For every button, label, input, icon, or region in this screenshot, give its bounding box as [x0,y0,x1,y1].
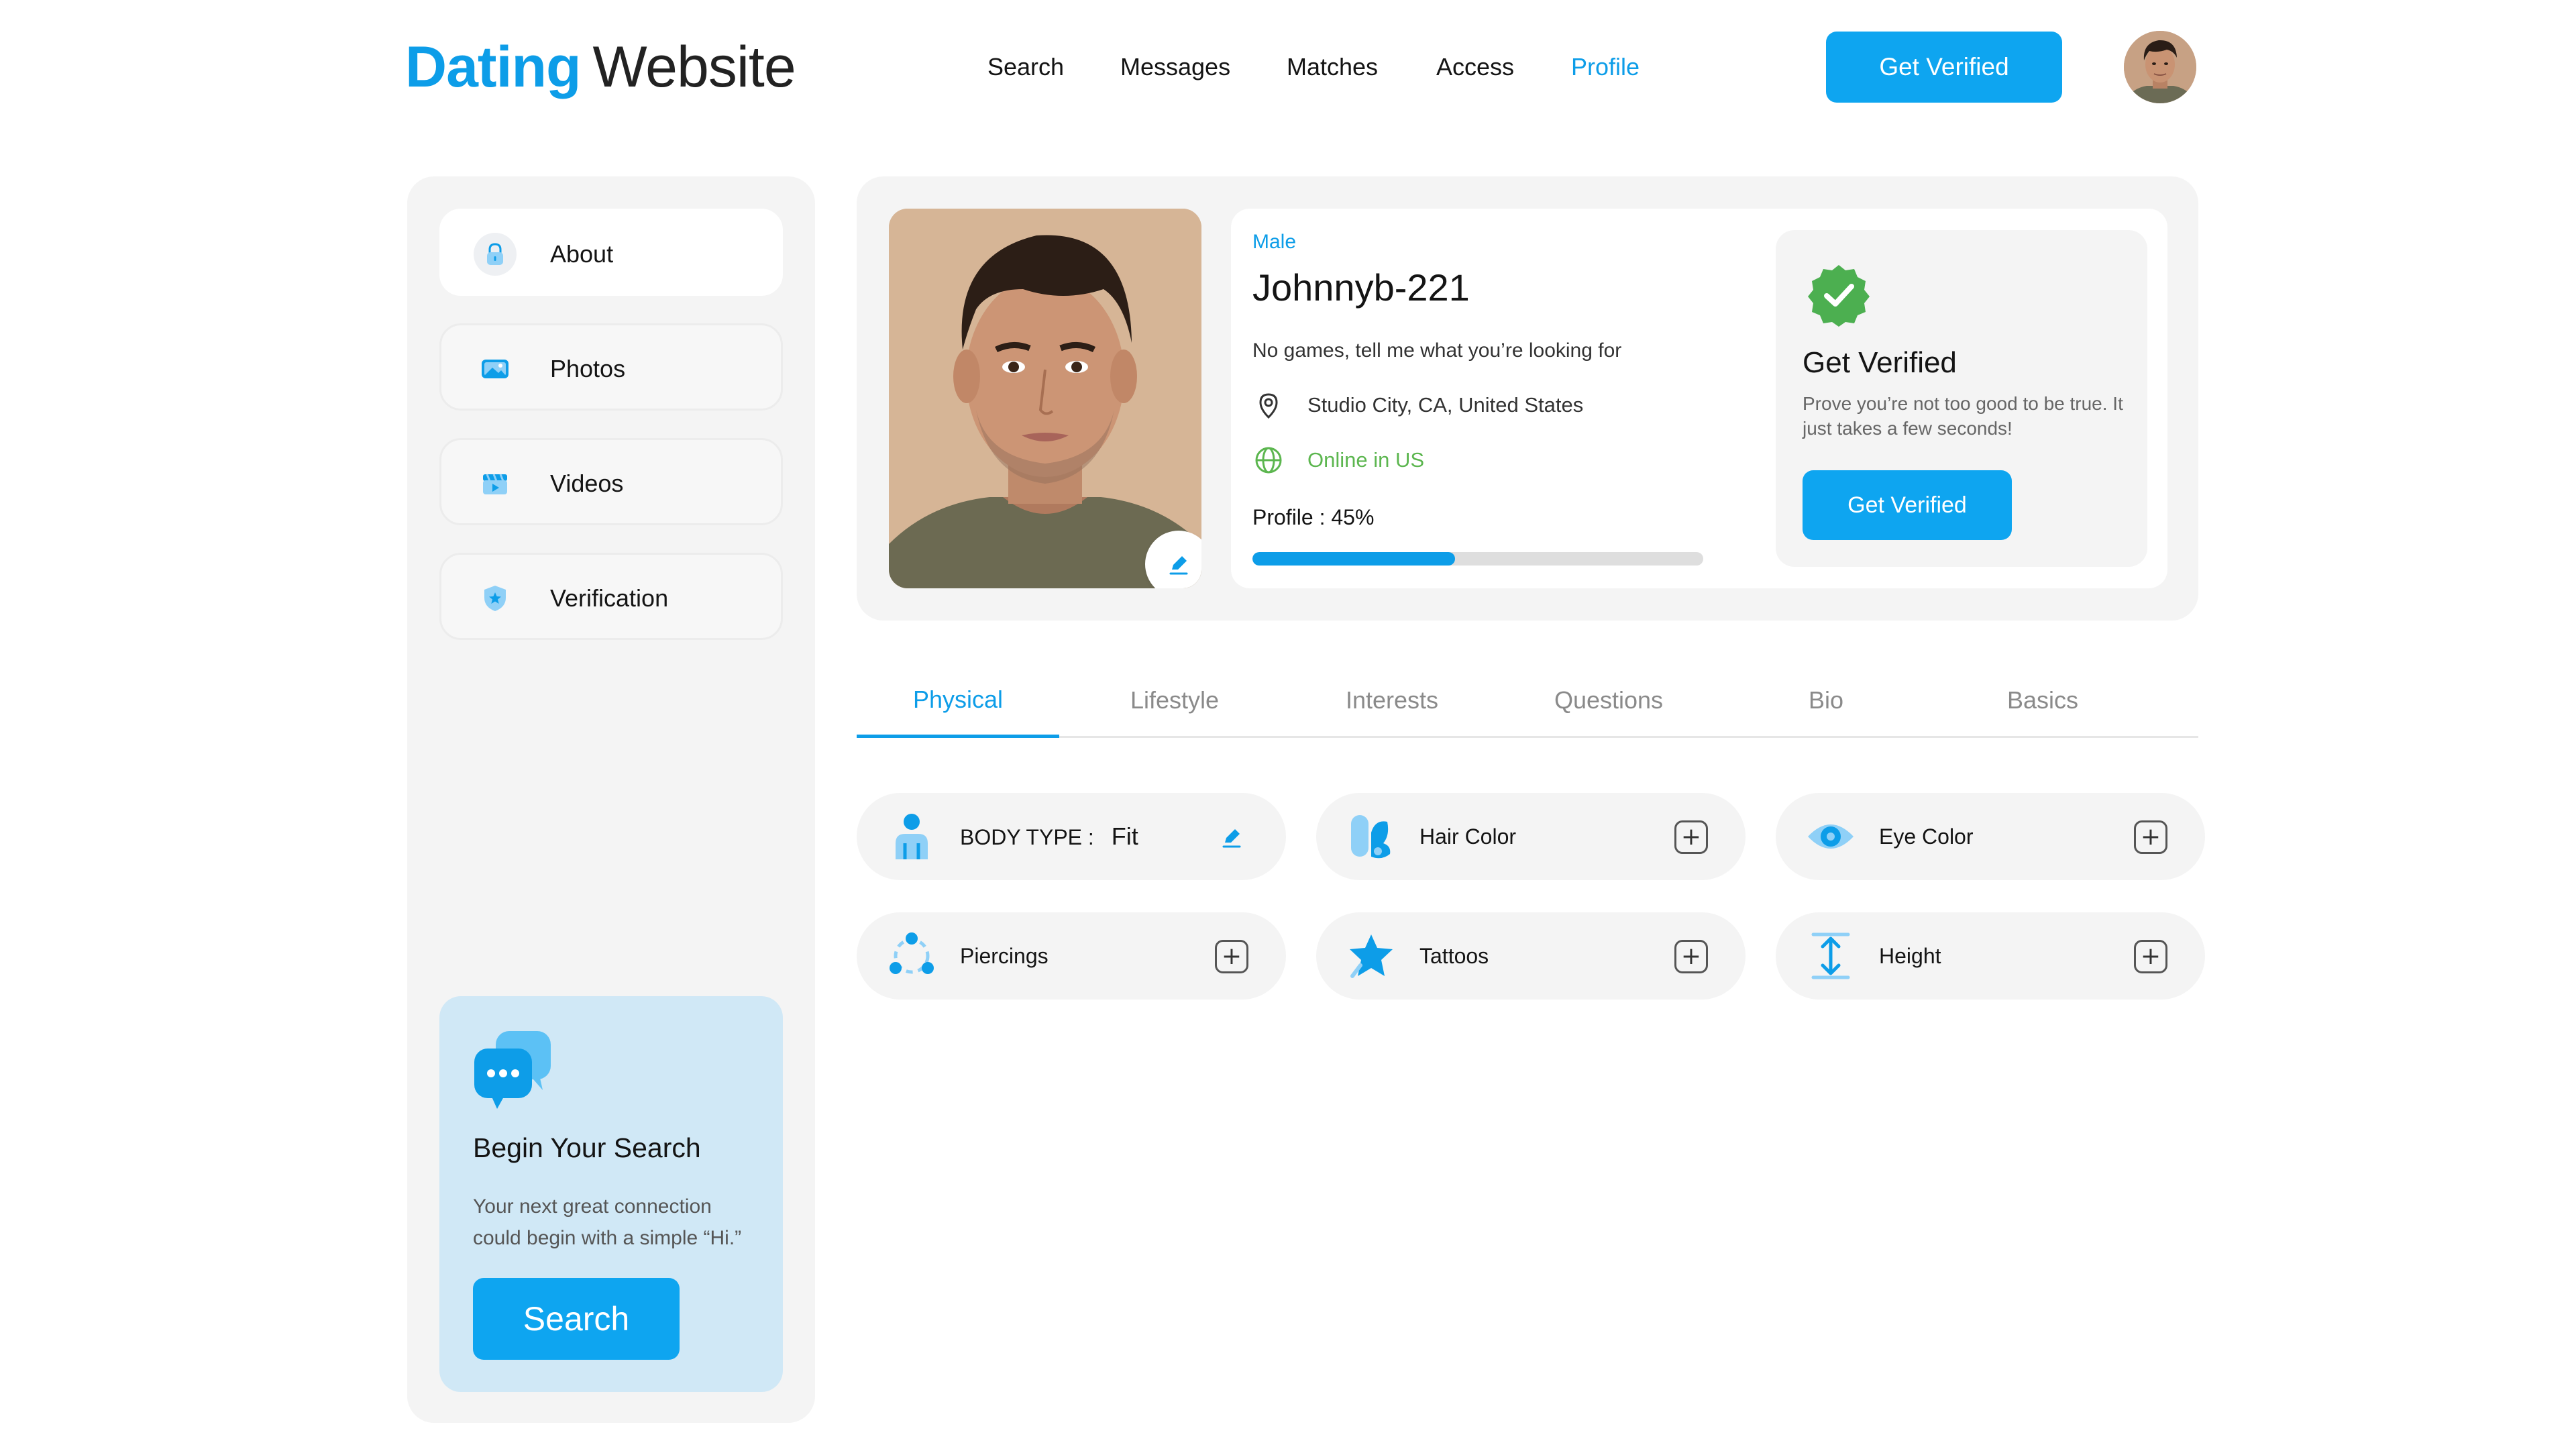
attribute-label: BODY TYPE : Fit [960,820,1138,854]
add-attribute-button[interactable]: + [2134,940,2167,973]
location-pin-icon [1252,389,1285,421]
tab-physical[interactable]: Physical [857,664,1059,738]
attribute-label: Height [1879,944,1941,968]
attribute-piercings[interactable]: Piercings + [857,912,1286,1000]
edit-attribute-button[interactable] [1215,820,1248,854]
sidebar-item-photos[interactable]: Photos [439,323,783,411]
tattoo-icon [1347,932,1395,980]
profile-tagline: No games, tell me what you’re looking fo… [1252,339,1622,362]
nav-access[interactable]: Access [1436,47,1514,87]
person-icon [888,812,936,861]
verified-badge-icon [1807,262,1871,327]
sidebar-item-label: Photos [550,355,626,382]
avatar-portrait-icon [2124,31,2196,103]
nav-messages[interactable]: Messages [1120,47,1230,87]
gender-label: Male [1252,231,1297,253]
verify-text: Prove you’re not too good to be true. It… [1803,393,2123,439]
sidebar-item-label: Verification [550,584,669,612]
add-attribute-button[interactable]: + [1215,940,1248,973]
profile-card: Male Johnnyb-221 No games, tell me what … [857,176,2198,621]
sidebar-item-verification[interactable]: Verification [439,553,783,640]
location-text: Studio City, CA, United States [1307,393,1584,417]
online-status-row: Online in US [1252,443,1424,477]
sidebar-item-label: Videos [550,470,624,497]
sidebar: About Photos Videos Verification Begin Y… [407,176,815,1423]
nav-search[interactable]: Search [987,47,1064,87]
piercing-icon [888,932,936,980]
tab-questions[interactable]: Questions [1507,664,1710,736]
tab-interests[interactable]: Interests [1291,664,1493,736]
get-verified-button[interactable]: Get Verified [1803,470,2012,540]
sidebar-item-label: About [550,240,614,268]
search-promo-card: Begin Your Search Your next great connec… [439,996,783,1392]
username: Johnnyb-221 [1252,266,1470,309]
image-icon [474,347,517,390]
promo-text: Your next great connection could begin w… [473,1195,742,1249]
profile-progress-bar [1252,552,1703,566]
header-get-verified-button[interactable]: Get Verified [1826,32,2062,103]
pencil-icon [1169,556,1188,575]
attribute-eye-color[interactable]: Eye Color + [1776,793,2205,880]
verify-title: Get Verified [1803,346,1957,379]
sidebar-item-about[interactable]: About [439,209,783,296]
profile-photo[interactable] [889,209,1201,588]
height-icon [1807,932,1855,980]
add-attribute-button[interactable]: + [1674,820,1708,854]
pencil-icon [1222,829,1241,848]
sidebar-item-videos[interactable]: Videos [439,438,783,525]
shield-icon [474,577,517,620]
profile-progress-label: Profile : 45% [1252,505,1375,529]
nav-profile[interactable]: Profile [1571,47,1640,87]
tab-basics[interactable]: Basics [1941,664,2144,736]
promo-title: Begin Your Search [473,1132,701,1163]
profile-portrait [889,209,1201,588]
attribute-value: Fit [1111,822,1138,850]
online-status-text: Online in US [1307,448,1425,472]
nav-matches[interactable]: Matches [1287,47,1378,87]
chat-bubbles-icon [473,1030,553,1110]
profile-progress-fill [1252,552,1456,566]
verify-card: Get Verified Prove you’re not too good t… [1776,230,2147,567]
location-row: Studio City, CA, United States [1252,388,1583,422]
video-icon [474,462,517,505]
add-attribute-button[interactable]: + [1674,940,1708,973]
attribute-label: Hair Color [1419,824,1517,849]
logo-bold-text: Dating [405,35,582,99]
logo-light-text: Website [592,35,796,99]
profile-info-panel: Male Johnnyb-221 No games, tell me what … [1231,209,2167,588]
attribute-body-type[interactable]: BODY TYPE : Fit [857,793,1286,880]
globe-icon [1252,444,1285,476]
attribute-label: Eye Color [1879,824,1974,849]
lock-icon [474,233,517,276]
site-logo[interactable]: Dating Website [405,31,796,103]
attribute-hair-color[interactable]: Hair Color + [1316,793,1746,880]
attribute-tattoos[interactable]: Tattoos + [1316,912,1746,1000]
eye-icon [1807,812,1855,861]
attribute-name: BODY TYPE : [960,825,1094,849]
tab-lifestyle[interactable]: Lifestyle [1073,664,1276,736]
hair-icon [1347,812,1395,861]
attribute-label: Tattoos [1419,944,1489,968]
attribute-height[interactable]: Height + [1776,912,2205,1000]
add-attribute-button[interactable]: + [2134,820,2167,854]
search-button[interactable]: Search [473,1278,680,1360]
user-avatar[interactable] [2124,31,2196,103]
attribute-label: Piercings [960,944,1049,968]
tab-bio[interactable]: Bio [1725,664,1927,736]
profile-tabs: Physical Lifestyle Interests Questions B… [857,664,2198,738]
